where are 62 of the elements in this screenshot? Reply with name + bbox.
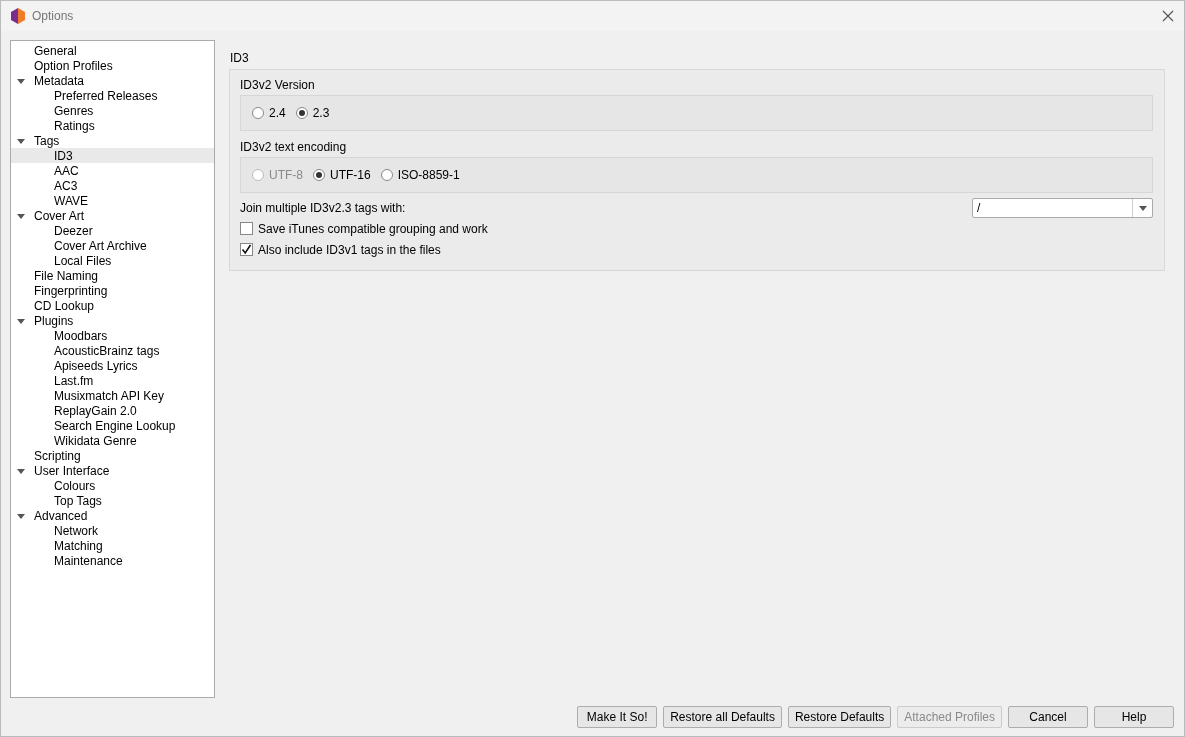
- tree-item[interactable]: Scripting: [11, 448, 214, 463]
- tree-item[interactable]: Genres: [11, 103, 214, 118]
- hexagon-logo-icon: [11, 8, 25, 24]
- tree-item[interactable]: Musixmatch API Key: [11, 388, 214, 403]
- tree-item[interactable]: User Interface: [11, 463, 214, 478]
- tree-item[interactable]: Cover Art Archive: [11, 238, 214, 253]
- dialog-button[interactable]: Restore Defaults: [787, 706, 892, 728]
- tree-item[interactable]: Moodbars: [11, 328, 214, 343]
- tree-item[interactable]: WAVE: [11, 193, 214, 208]
- tree-item[interactable]: CD Lookup: [11, 298, 214, 313]
- expand-caret-icon[interactable]: [17, 317, 25, 325]
- tree-item[interactable]: Cover Art: [11, 208, 214, 223]
- radio-option[interactable]: 2.3: [295, 106, 330, 120]
- tree-item[interactable]: ID3: [11, 148, 214, 163]
- tree-item[interactable]: Maintenance: [11, 553, 214, 568]
- tree-item[interactable]: File Naming: [11, 268, 214, 283]
- expand-caret-icon[interactable]: [17, 467, 25, 475]
- checkbox-option[interactable]: Save iTunes compatible grouping and work: [240, 218, 1153, 239]
- tree-item[interactable]: Matching: [11, 538, 214, 553]
- group-title: ID3v2 text encoding: [240, 140, 348, 154]
- tree-item[interactable]: Metadata: [11, 73, 214, 88]
- group-title: ID3v2 Version: [240, 78, 316, 92]
- tree-item[interactable]: Wikidata Genre: [11, 433, 214, 448]
- tree-item[interactable]: Search Engine Lookup: [11, 418, 214, 433]
- close-icon[interactable]: [1162, 10, 1174, 22]
- tree-item[interactable]: Apiseeds Lyrics: [11, 358, 214, 373]
- expand-caret-icon[interactable]: [17, 77, 25, 85]
- radio-option[interactable]: ISO-8859-1: [380, 168, 460, 182]
- radio-option[interactable]: UTF-16: [313, 168, 371, 182]
- checkmark-icon: [241, 244, 252, 255]
- expand-caret-icon[interactable]: [17, 512, 25, 520]
- tree-item[interactable]: Deezer: [11, 223, 214, 238]
- tree-item[interactable]: Preferred Releases: [11, 88, 214, 103]
- tree-item[interactable]: Top Tags: [11, 493, 214, 508]
- checkbox-option[interactable]: Also include ID3v1 tags in the files: [240, 239, 1153, 260]
- tree-item[interactable]: Option Profiles: [11, 58, 214, 73]
- page-title: ID3: [230, 51, 250, 65]
- tree-item[interactable]: General: [11, 43, 214, 58]
- tree-item[interactable]: Local Files: [11, 253, 214, 268]
- dialog-button[interactable]: Make It So!: [577, 706, 658, 728]
- expand-caret-icon[interactable]: [17, 137, 25, 145]
- tree-item[interactable]: Colours: [11, 478, 214, 493]
- dialog-button[interactable]: Restore all Defaults: [663, 706, 782, 728]
- tree-item[interactable]: ReplayGain 2.0: [11, 403, 214, 418]
- tree-item[interactable]: Plugins: [11, 313, 214, 328]
- tree-item[interactable]: Ratings: [11, 118, 214, 133]
- tree-item[interactable]: Advanced: [11, 508, 214, 523]
- window-title: Options: [32, 9, 75, 23]
- tree-item[interactable]: Last.fm: [11, 373, 214, 388]
- tree-item[interactable]: Fingerprinting: [11, 283, 214, 298]
- dropdown-caret-icon[interactable]: [1138, 205, 1147, 211]
- separator-combo-box[interactable]: /: [972, 198, 1153, 218]
- join-label: Join multiple ID3v2.3 tags with:: [240, 201, 406, 215]
- dialog-button[interactable]: Help: [1094, 706, 1174, 728]
- dialog-button[interactable]: Cancel: [1008, 706, 1088, 728]
- tree-item[interactable]: Tags: [11, 133, 214, 148]
- expand-caret-icon[interactable]: [17, 212, 25, 220]
- tree-item[interactable]: AcousticBrainz tags: [11, 343, 214, 358]
- tree-item[interactable]: AAC: [11, 163, 214, 178]
- tree-item[interactable]: AC3: [11, 178, 214, 193]
- radio-option[interactable]: 2.4: [252, 106, 286, 120]
- tree-item[interactable]: Network: [11, 523, 214, 538]
